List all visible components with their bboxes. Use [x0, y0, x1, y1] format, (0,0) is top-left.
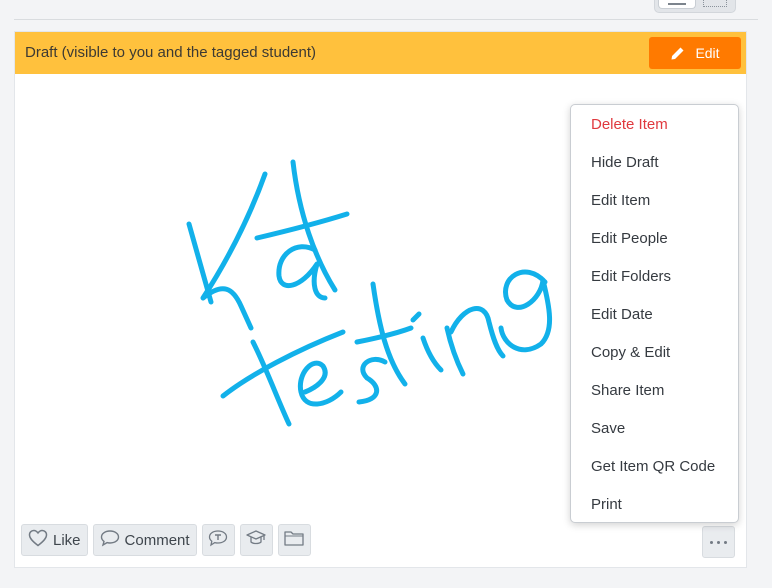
draft-banner: Draft (visible to you and the tagged stu…	[15, 32, 746, 74]
menu-item-edit-date[interactable]: Edit Date	[591, 306, 653, 323]
edit-button[interactable]: Edit	[649, 37, 741, 69]
menu-item-copy-edit[interactable]: Copy & Edit	[591, 344, 670, 361]
graduation-cap-icon	[245, 529, 267, 551]
translate-icon	[207, 529, 229, 551]
post-actions: Like Comment	[21, 524, 311, 558]
menu-item-share-item[interactable]: Share Item	[591, 382, 664, 399]
more-options-button[interactable]	[702, 526, 735, 558]
edit-button-label: Edit	[695, 45, 720, 61]
folder-icon	[283, 529, 305, 551]
menu-item-edit-item[interactable]: Edit Item	[591, 192, 650, 209]
more-dot	[710, 540, 713, 544]
comment-button[interactable]: Comment	[92, 524, 197, 556]
student-tag-button[interactable]	[239, 524, 273, 556]
more-dot	[724, 540, 727, 544]
comment-label: Comment	[124, 531, 190, 549]
like-label: Like	[53, 531, 81, 549]
menu-item-get-qr-code[interactable]: Get Item QR Code	[591, 458, 715, 475]
menu-item-hide-draft[interactable]: Hide Draft	[591, 154, 659, 171]
view-toggle[interactable]	[654, 0, 736, 13]
header-divider	[14, 19, 758, 20]
list-view-icon[interactable]	[658, 0, 696, 9]
draft-banner-text: Draft (visible to you and the tagged stu…	[25, 44, 317, 61]
folder-button[interactable]	[277, 524, 311, 556]
more-options-menu: Delete Item Hide Draft Edit Item Edit Pe…	[570, 104, 739, 523]
menu-item-edit-people[interactable]: Edit People	[591, 230, 668, 247]
menu-item-delete-item[interactable]: Delete Item	[591, 116, 668, 133]
menu-item-edit-folders[interactable]: Edit Folders	[591, 268, 671, 285]
translate-button[interactable]	[201, 524, 235, 556]
more-dot	[717, 540, 720, 544]
heart-icon	[28, 529, 48, 551]
comment-icon	[100, 529, 120, 551]
menu-item-save[interactable]: Save	[591, 420, 625, 437]
menu-item-print[interactable]: Print	[591, 496, 622, 513]
pencil-icon	[670, 46, 685, 61]
grid-view-icon[interactable]	[703, 0, 727, 7]
like-button[interactable]: Like	[21, 524, 88, 556]
